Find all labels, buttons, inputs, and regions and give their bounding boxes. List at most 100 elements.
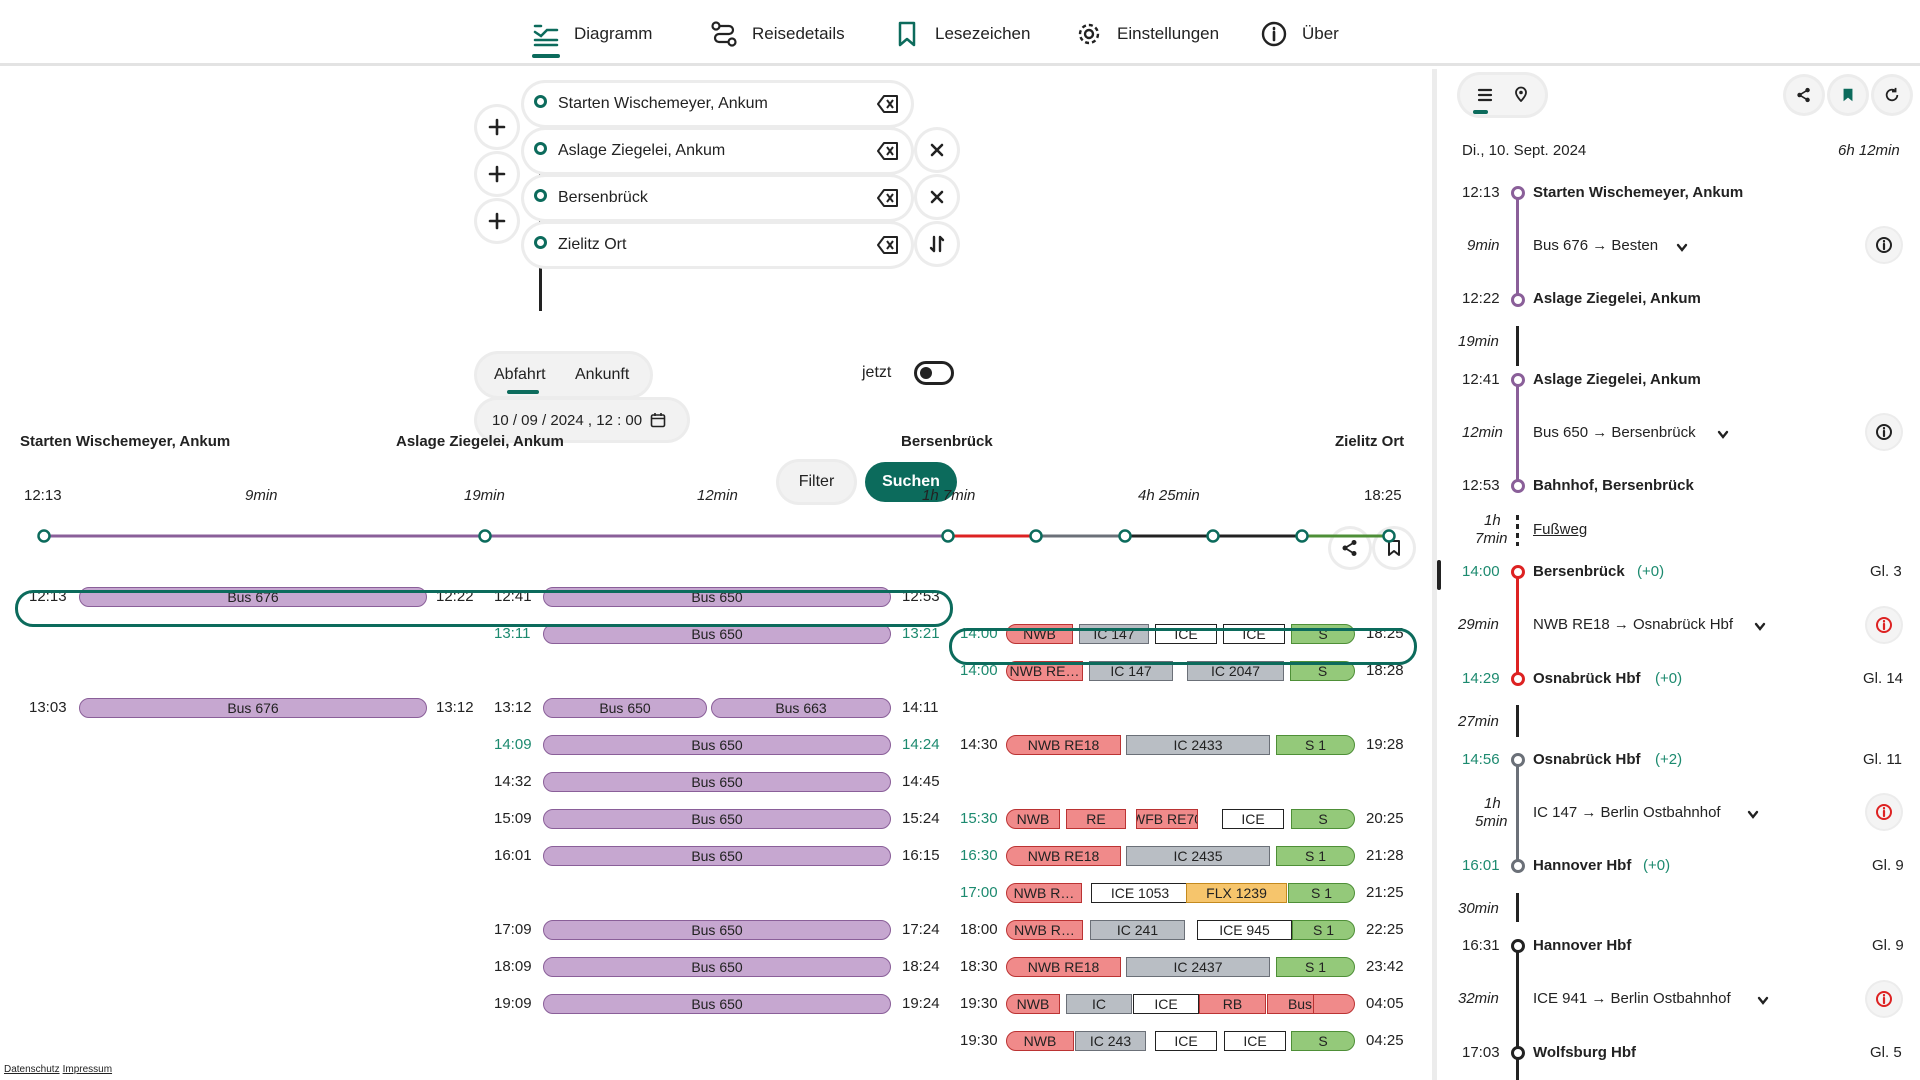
map-pin-icon[interactable] bbox=[1513, 86, 1529, 102]
leg-info-button[interactable] bbox=[1867, 415, 1901, 449]
stop-name: Bersenbrück bbox=[1533, 563, 1625, 580]
refresh-button[interactable] bbox=[1874, 77, 1910, 113]
leg-line[interactable]: Bus 676 → Besten bbox=[1533, 237, 1658, 254]
leg-bus[interactable]: Bus 650 bbox=[543, 624, 891, 644]
leg-bus[interactable]: Bus 650 bbox=[543, 994, 891, 1014]
train-leg[interactable] bbox=[1313, 994, 1355, 1014]
train-leg[interactable]: WFB RE70 bbox=[1136, 809, 1198, 829]
journey-details-pane: Di., 10. Sept. 2024 6h 12min 12:13 Starten … bbox=[1446, 69, 1920, 1080]
timeline-stop-marker bbox=[1118, 529, 1132, 543]
stop-time: 16:01 bbox=[1462, 857, 1500, 874]
train-leg[interactable]: S bbox=[1291, 809, 1355, 829]
leg-bus[interactable]: Bus 650 bbox=[543, 957, 891, 977]
platform: Gl. 14 bbox=[1863, 670, 1904, 687]
leg-info-button[interactable] bbox=[1867, 795, 1901, 829]
transfer-duration: 30min bbox=[1458, 900, 1499, 917]
train-leg[interactable]: IC 2435 bbox=[1126, 846, 1270, 866]
leg-bus[interactable]: Bus 650 bbox=[543, 698, 707, 718]
train-leg[interactable]: RE bbox=[1066, 809, 1126, 829]
leg-duration: 5min bbox=[1475, 813, 1508, 830]
transfer-duration: 27min bbox=[1458, 713, 1499, 730]
imprint-link[interactable]: Impressum bbox=[63, 1064, 112, 1075]
journey-total-duration: 6h 12min bbox=[1838, 142, 1900, 159]
train-leg[interactable]: RB bbox=[1199, 994, 1266, 1014]
departure-time: 19:30 bbox=[960, 995, 998, 1012]
footer-links: Datenschutz Impressum bbox=[4, 1064, 115, 1075]
train-leg[interactable]: S 1 bbox=[1276, 846, 1355, 866]
tab-ueber[interactable]: Über bbox=[1260, 18, 1339, 50]
leg-bus[interactable]: Bus 650 bbox=[543, 920, 891, 940]
leg-bus[interactable]: Bus 650 bbox=[543, 809, 891, 829]
tab-diagramm[interactable]: Diagramm bbox=[532, 18, 652, 58]
train-leg[interactable]: NWB R… bbox=[1006, 883, 1082, 903]
train-leg[interactable]: IC 241 bbox=[1090, 920, 1185, 940]
end-time: 18:25 bbox=[1364, 487, 1402, 504]
departure-time: 13:11 bbox=[494, 625, 531, 642]
train-leg[interactable]: S 1 bbox=[1288, 883, 1355, 903]
train-leg[interactable]: ICE 1053 bbox=[1091, 883, 1189, 903]
leg-bus[interactable]: Bus 650 bbox=[543, 735, 891, 755]
leg-line[interactable]: IC 147 → Berlin Ostbahnhof bbox=[1533, 804, 1721, 821]
tab-reisedetails[interactable]: Reisedetails bbox=[710, 18, 845, 50]
train-leg[interactable]: S 1 bbox=[1276, 957, 1355, 977]
chevron-down-icon[interactable] bbox=[1747, 810, 1759, 820]
train-leg[interactable]: IC 2437 bbox=[1126, 957, 1270, 977]
leg-info-button[interactable] bbox=[1867, 608, 1901, 642]
platform: Gl. 9 bbox=[1872, 857, 1904, 874]
stop-time: 14:29 bbox=[1462, 670, 1500, 687]
stop-name: Aslage Ziegelei, Ankum bbox=[1533, 371, 1701, 388]
train-leg[interactable]: NWB RE18 bbox=[1006, 846, 1121, 866]
tab-einstellungen[interactable]: Einstellungen bbox=[1075, 18, 1219, 50]
leg-bus[interactable]: Bus 676 bbox=[79, 698, 427, 718]
privacy-link[interactable]: Datenschutz bbox=[4, 1064, 60, 1075]
train-leg[interactable]: S 1 bbox=[1292, 920, 1355, 940]
list-icon[interactable] bbox=[1477, 87, 1493, 103]
train-leg[interactable]: NWB bbox=[1006, 809, 1060, 829]
bookmark-icon bbox=[898, 21, 916, 47]
timeline-stop-marker bbox=[1382, 529, 1396, 543]
leg-bus[interactable]: Bus 650 bbox=[543, 846, 891, 866]
leg-line[interactable]: Bus 650 → Bersenbrück bbox=[1533, 424, 1696, 441]
leg-duration: 29min bbox=[1458, 616, 1499, 633]
train-leg[interactable]: ICE bbox=[1222, 809, 1284, 829]
pane-resize-handle[interactable] bbox=[1437, 560, 1441, 590]
train-leg[interactable]: NWB RE18 bbox=[1006, 735, 1121, 755]
share-button[interactable] bbox=[1786, 77, 1822, 113]
bookmark-button[interactable] bbox=[1830, 77, 1866, 113]
train-leg[interactable]: NWB RE18 bbox=[1006, 957, 1121, 977]
chevron-down-icon[interactable] bbox=[1757, 996, 1769, 1006]
stop-marker bbox=[1511, 479, 1525, 493]
train-leg[interactable]: NWB bbox=[1006, 1031, 1074, 1051]
train-leg[interactable]: ICE bbox=[1133, 994, 1199, 1014]
leg-info-button[interactable] bbox=[1867, 228, 1901, 262]
train-leg[interactable]: IC 243 bbox=[1075, 1031, 1146, 1051]
walk-link[interactable]: Fußweg bbox=[1533, 521, 1587, 538]
train-leg[interactable]: IC bbox=[1066, 994, 1132, 1014]
arrival-time: 14:45 bbox=[902, 773, 940, 790]
train-leg[interactable]: FLX 1239 bbox=[1186, 883, 1287, 903]
train-leg[interactable]: ICE bbox=[1155, 1031, 1217, 1051]
chevron-down-icon[interactable] bbox=[1676, 243, 1688, 253]
tab-lesezeichen[interactable]: Lesezeichen bbox=[893, 18, 1030, 50]
train-leg[interactable]: ICE bbox=[1224, 1031, 1286, 1051]
departure-time: 18:00 bbox=[960, 921, 998, 938]
departure-time: 16:30 bbox=[960, 847, 998, 864]
active-view-indicator bbox=[1473, 110, 1488, 114]
leg-line[interactable]: ICE 941 → Berlin Ostbahnhof bbox=[1533, 990, 1731, 1007]
leg-bus[interactable]: Bus 663 bbox=[711, 698, 891, 718]
chevron-down-icon[interactable] bbox=[1754, 622, 1766, 632]
leg-line[interactable]: NWB RE18 → Osnabrück Hbf bbox=[1533, 616, 1733, 633]
train-leg[interactable]: S bbox=[1291, 1031, 1355, 1051]
chevron-down-icon[interactable] bbox=[1717, 430, 1729, 440]
timeline-stop-marker bbox=[1295, 529, 1309, 543]
leg-info-button[interactable] bbox=[1867, 982, 1901, 1016]
train-leg[interactable]: S 1 bbox=[1276, 735, 1355, 755]
train-leg[interactable]: NWB bbox=[1006, 994, 1060, 1014]
train-leg[interactable]: IC 2433 bbox=[1126, 735, 1270, 755]
journey-rail bbox=[1516, 380, 1519, 486]
train-leg[interactable]: ICE 945 bbox=[1197, 920, 1292, 940]
leg-bus[interactable]: Bus 650 bbox=[543, 772, 891, 792]
tab-label: Einstellungen bbox=[1117, 24, 1220, 43]
arrival-time: 21:28 bbox=[1366, 847, 1404, 864]
train-leg[interactable]: NWB R… bbox=[1006, 920, 1083, 940]
